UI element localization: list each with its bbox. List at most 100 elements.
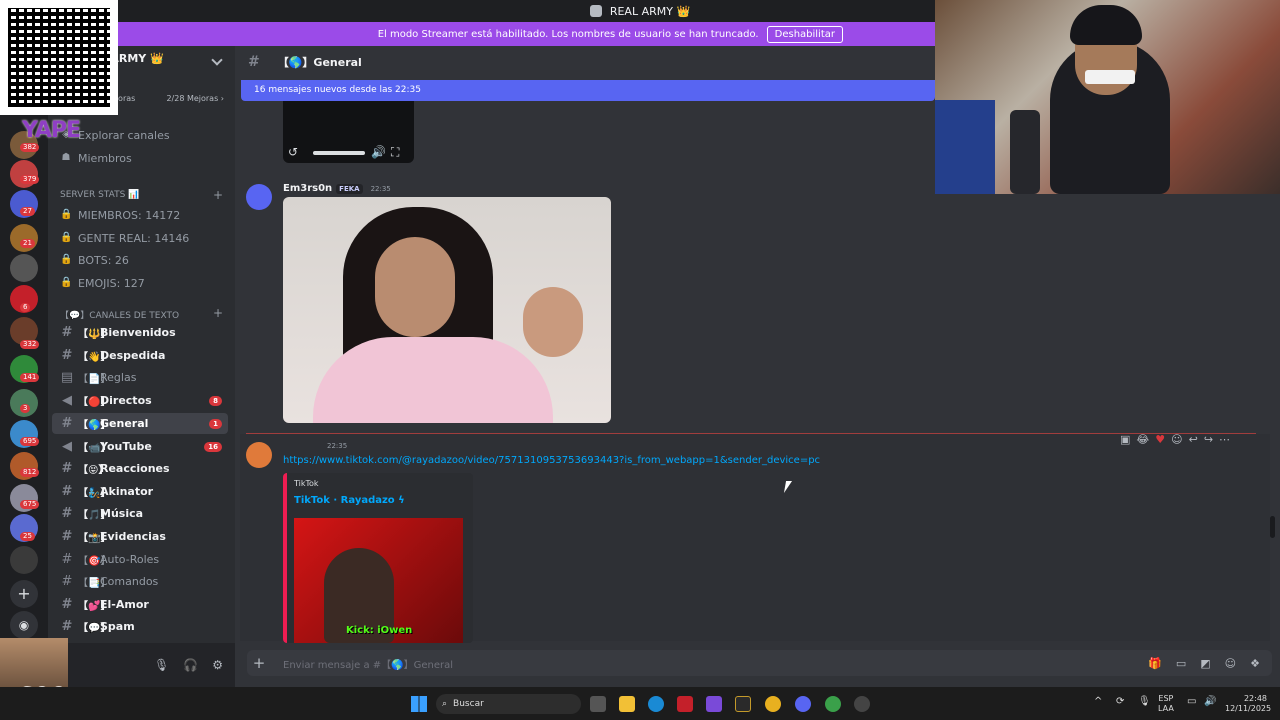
server-tag[interactable]: FEKA [336, 183, 363, 194]
channel-name: Evidencias [100, 530, 166, 543]
mention-badge: 8 [209, 395, 222, 406]
lock-icon: 🔒 [60, 254, 73, 265]
channel-reacciones[interactable]: # 【😝】 Reacciones [52, 458, 228, 479]
members-link[interactable]: ☗ Miembros [60, 148, 230, 168]
heart-icon[interactable]: ♥ [1155, 433, 1165, 446]
new-messages-bar[interactable]: 16 mensajes nuevos desde las 22:35 [241, 80, 935, 101]
add-server-icon[interactable]: + [10, 580, 38, 608]
channel-directos[interactable]: ◀ 【🔴】 Directos 8 [52, 390, 228, 411]
channel-spam[interactable]: # 【💬】 Spam [52, 616, 228, 637]
message-image[interactable] [283, 197, 611, 423]
volume-icon[interactable]: 🔊 [371, 145, 386, 159]
gift-icon[interactable]: 🎁 [1148, 657, 1162, 670]
channel-el-amor[interactable]: # 【💕】 El-Amor [52, 594, 228, 615]
channel-bienvenidos[interactable]: # 【🔱】 Bienvenidos [52, 322, 228, 343]
add-reaction-icon[interactable]: ☺ [1171, 433, 1182, 446]
replay-icon[interactable]: ↺ [288, 145, 298, 159]
add-attachment-icon[interactable]: + [247, 654, 271, 672]
channel-youtube[interactable]: ◀ 【📹】 YouTube 16 [52, 436, 228, 457]
taskbar-search[interactable]: ⌕ Buscar [436, 694, 581, 714]
copilot-icon[interactable] [706, 696, 722, 712]
microphone-icon[interactable]: 🎙 [1138, 697, 1151, 707]
stats-category[interactable]: SERVER STATS 📊 [60, 190, 139, 200]
text-channels-category[interactable]: 【💬】CANALES DE TEXTO [60, 308, 179, 321]
headphones-icon[interactable]: 🎧 [183, 658, 198, 672]
lock-icon: 🔒 [60, 277, 73, 288]
hash-icon: # [61, 348, 73, 363]
stat-channel[interactable]: 🔒 BOTS: 26 [60, 250, 230, 270]
add-channel-icon[interactable]: + [213, 188, 223, 202]
channel-emoji: 【📄】 [78, 374, 111, 385]
lock-icon: 🔒 [60, 209, 73, 220]
stat-channel[interactable]: 🔒 EMOJIS: 127 [60, 273, 230, 293]
channel-emoji: 【👋】 [78, 352, 111, 363]
message-composer[interactable]: + Enviar mensaje a #【🌎】General 🎁 ▭ ◩ ☺ ❖ [247, 650, 1272, 676]
channel-evidencias[interactable]: # 【📸】 Evidencias [52, 526, 228, 547]
video-player[interactable]: ↺ 🔊 ⛶ [283, 101, 414, 163]
emoji-icon[interactable]: ☺ [1225, 657, 1236, 670]
avatar[interactable] [246, 184, 272, 210]
obs-icon[interactable] [854, 696, 870, 712]
app-icon[interactable] [735, 696, 751, 712]
sticker-icon[interactable]: ◩ [1200, 657, 1210, 670]
language-code: ESP [1158, 694, 1174, 703]
channel-auto-roles[interactable]: # 【🎯】 Auto-Roles [52, 549, 228, 570]
channel-musica[interactable]: # 【🎵】 Música [52, 503, 228, 524]
scrollbar[interactable] [1270, 516, 1275, 538]
hash-icon: # [61, 552, 73, 567]
message-link[interactable]: https://www.tiktok.com/@rayadazoo/video/… [283, 455, 820, 466]
discord-icon[interactable] [795, 696, 811, 712]
sync-icon[interactable]: ⟳ [1116, 697, 1124, 707]
hash-icon: # [61, 529, 73, 544]
message-input[interactable]: Enviar mensaje a #【🌎】General [283, 656, 453, 671]
yape-logo: YAPE [22, 118, 81, 143]
forward-icon[interactable]: ↪ [1204, 433, 1213, 446]
gif-icon[interactable]: ▭ [1176, 657, 1186, 670]
volume-slider[interactable] [313, 151, 365, 155]
fullscreen-icon[interactable]: ⛶ [391, 145, 399, 160]
avatar[interactable] [246, 442, 272, 468]
tray-chevron-icon[interactable]: ^ [1094, 697, 1102, 707]
stat-channel[interactable]: 🔒 MIEMBROS: 14172 [60, 205, 230, 225]
edge-icon[interactable] [648, 696, 664, 712]
chrome-icon[interactable] [765, 696, 781, 712]
channel-general[interactable]: # 【🌎】 General 1 [52, 413, 228, 434]
discover-icon[interactable]: ◉ [10, 611, 38, 639]
reaction-icon[interactable]: ▣ [1120, 433, 1130, 446]
qr-code [0, 0, 118, 115]
clock-date: 12/11/2025 [1225, 704, 1272, 713]
embed-thumbnail[interactable]: Kick: iOwen [294, 518, 463, 643]
file-explorer-icon[interactable] [619, 696, 635, 712]
windows-start-icon[interactable] [411, 696, 427, 712]
task-view-icon[interactable] [590, 696, 606, 712]
server-icon[interactable] [10, 546, 38, 574]
more-icon[interactable]: ⋯ [1219, 433, 1230, 446]
channel-name: El-Amor [100, 598, 149, 611]
settings-gear-icon[interactable]: ⚙ [212, 658, 223, 672]
channel-despedida[interactable]: # 【👋】 Despedida [52, 345, 228, 366]
channel-emoji: 【😝】 [78, 465, 109, 476]
stat-channel[interactable]: 🔒 GENTE REAL: 14146 [60, 228, 230, 248]
app-icon[interactable] [677, 696, 693, 712]
clock[interactable]: 22:48 12/11/2025 [1225, 694, 1272, 714]
chrome-icon[interactable] [825, 696, 841, 712]
apps-icon[interactable]: ❖ [1250, 657, 1260, 670]
embed-title[interactable]: TikTok · Rayadazo ϟ [294, 495, 405, 506]
language-indicator[interactable]: ESP LAA [1158, 694, 1174, 714]
reply-icon[interactable]: ↩ [1189, 433, 1198, 446]
add-channel-icon[interactable]: + [213, 306, 223, 320]
network-icon[interactable]: ▭ [1187, 697, 1196, 707]
microphone-icon[interactable]: 🎙 [154, 658, 169, 672]
volume-icon[interactable]: 🔊 [1204, 697, 1216, 707]
server-badge: 379 [20, 175, 40, 184]
explore-channels[interactable]: ◈ Explorar canales [60, 125, 230, 145]
message-author[interactable]: Em3rs0n [283, 183, 332, 194]
channel-reglas[interactable]: ▤ 【📄】 Reglas [52, 367, 228, 388]
server-icon[interactable] [10, 254, 38, 282]
disable-streamer-mode-button[interactable]: Deshabilitar [766, 25, 843, 43]
reaction-icon[interactable]: 😂 [1136, 433, 1149, 446]
channel-comandos[interactable]: # 【📑】 Comandos [52, 571, 228, 592]
channel-akinator[interactable]: # 【🧞】 Akinator [52, 481, 228, 502]
boost-progress[interactable]: Mejoras 2/28 Mejoras › [104, 94, 224, 103]
lock-icon: 🔒 [60, 232, 73, 243]
